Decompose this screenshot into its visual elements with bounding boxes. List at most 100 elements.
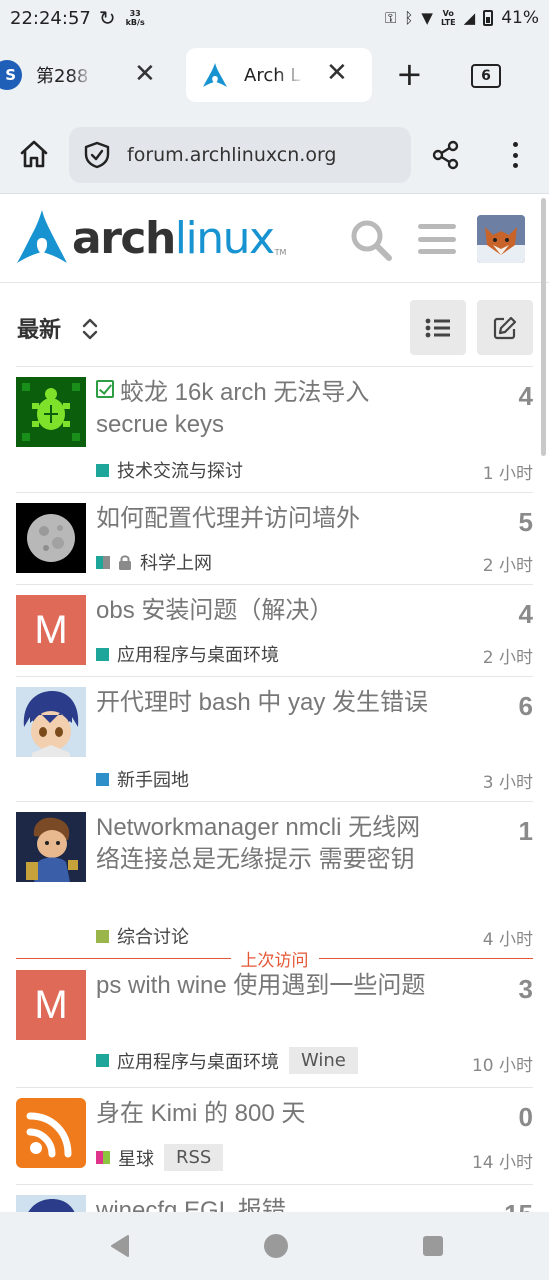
topic-row[interactable]: 身在 Kimi 的 800 天 0 星球 RSS 14 小时 <box>16 1087 533 1184</box>
status-bar: 22:24:57 ↻ 33 kB/s ⚿ ᛒ ▼ Vo LTE ◢ 41% <box>0 0 549 36</box>
category-color-badge <box>96 1054 109 1067</box>
topic-age[interactable]: 14 小时 <box>472 1148 533 1173</box>
topic-avatar[interactable]: M <box>16 970 86 1040</box>
edit-icon <box>493 316 517 339</box>
sort-dropdown[interactable]: 最新 <box>17 312 61 344</box>
back-icon[interactable] <box>108 1234 132 1258</box>
topic-row[interactable]: Networkmanager nmcli 无线网络连接总是无缘提示 需要密钥 1… <box>16 801 533 958</box>
new-topic-button[interactable] <box>477 300 533 355</box>
arch-logo-icon <box>17 210 67 263</box>
topic-category[interactable]: 综合讨论 <box>96 923 189 949</box>
reply-count[interactable]: 15 <box>504 1199 533 1212</box>
topic-avatar[interactable] <box>16 1195 86 1212</box>
sort-chevron-icon[interactable] <box>80 316 100 342</box>
topic-tag[interactable]: Wine <box>289 1047 358 1074</box>
topic-age[interactable]: 2 小时 <box>483 551 533 576</box>
category-name: 科学上网 <box>140 553 212 574</box>
tab-strip: S 第288 ✕ Arch L ✕ + 6 <box>0 36 549 116</box>
arch-logo-icon <box>203 63 227 87</box>
key-icon: ⚿ <box>384 9 397 27</box>
system-nav-bar <box>0 1212 549 1280</box>
site-header: arch linux TM <box>0 195 549 283</box>
recent-apps-icon[interactable] <box>423 1236 443 1256</box>
category-color-badge <box>96 555 103 569</box>
topic-row[interactable]: 如何配置代理并访问墙外 5 科学上网 2 小时 <box>16 492 533 584</box>
topic-title[interactable]: ps with wine 使用遇到一些问题 <box>96 970 436 1002</box>
topic-category[interactable]: 科学上网 <box>96 549 212 575</box>
volte-bottom: LTE <box>440 18 456 27</box>
user-avatar[interactable] <box>477 215 525 263</box>
close-icon[interactable]: ✕ <box>326 59 348 87</box>
topic-age[interactable]: 1 小时 <box>483 459 533 484</box>
topic-title[interactable]: 身在 Kimi 的 800 天 <box>96 1098 436 1130</box>
topic-category[interactable]: 星球 RSS <box>96 1144 224 1171</box>
topic-category[interactable]: 应用程序与桌面环境 Wine <box>96 1047 358 1074</box>
topic-age[interactable]: 2 小时 <box>483 643 533 668</box>
search-icon[interactable] <box>350 219 392 261</box>
reply-count[interactable]: 3 <box>519 974 533 1005</box>
topic-title[interactable]: 蛟龙 16k arch 无法导入 secrue keys <box>96 377 436 441</box>
share-icon[interactable] <box>431 140 461 170</box>
tab-count-button[interactable]: 6 <box>471 64 501 88</box>
home-icon[interactable] <box>18 138 50 170</box>
topic-row[interactable]: 蛟龙 16k arch 无法导入 secrue keys 4 技术交流与探讨 1… <box>16 366 533 492</box>
shield-check-icon <box>84 141 110 169</box>
topic-title[interactable]: 如何配置代理并访问墙外 <box>96 503 436 535</box>
topic-title-text: 蛟龙 16k arch 无法导入 secrue keys <box>96 379 370 438</box>
topic-age[interactable]: 10 小时 <box>472 1051 533 1076</box>
site-logo[interactable]: arch linux TM <box>16 209 286 265</box>
topic-age[interactable]: 3 小时 <box>483 768 533 793</box>
category-color-badge <box>96 647 109 661</box>
hamburger-menu-icon[interactable] <box>418 224 456 254</box>
signal-icon: ◢ <box>463 9 476 27</box>
new-tab-icon[interactable]: + <box>396 56 423 92</box>
topic-avatar[interactable] <box>16 687 86 757</box>
reply-count[interactable]: 6 <box>519 691 533 722</box>
reply-count[interactable]: 1 <box>519 816 533 847</box>
reply-count[interactable]: 4 <box>519 381 533 412</box>
topic-category[interactable]: 应用程序与桌面环境 <box>96 641 279 667</box>
url-text: forum.archlinuxcn.org <box>127 144 337 166</box>
topic-category[interactable]: 技术交流与探讨 <box>96 457 243 483</box>
topic-title[interactable]: winecfg EGL 报错 <box>96 1195 436 1212</box>
topic-row[interactable]: M ps with wine 使用遇到一些问题 3 应用程序与桌面环境 Wine… <box>16 960 533 1087</box>
topic-row[interactable]: 开代理时 bash 中 yay 发生错误 6 新手园地 3 小时 <box>16 676 533 801</box>
category-name: 技术交流与探讨 <box>117 461 243 482</box>
network-speed: 33 kB/s <box>126 9 145 27</box>
home-nav-icon[interactable] <box>264 1234 288 1258</box>
topic-avatar[interactable]: M <box>16 595 86 665</box>
tab-inactive[interactable]: S 第288 ✕ <box>0 50 180 100</box>
overflow-menu-icon[interactable] <box>503 136 527 174</box>
lock-icon <box>119 555 131 570</box>
topic-avatar[interactable] <box>16 1098 86 1168</box>
topic-age[interactable]: 4 小时 <box>483 925 533 950</box>
list-icon <box>425 318 450 337</box>
topic-row[interactable]: M obs 安装问题（解决） 4 应用程序与桌面环境 2 小时 <box>16 584 533 676</box>
topic-avatar[interactable] <box>16 377 86 447</box>
tab-active[interactable]: Arch L ✕ <box>186 48 372 102</box>
topic-tag[interactable]: RSS <box>164 1144 224 1171</box>
category-color-badge <box>103 1151 110 1164</box>
category-name: 应用程序与桌面环境 <box>117 1051 279 1073</box>
network-speed-value: 33 <box>129 9 141 18</box>
reply-count[interactable]: 4 <box>519 599 533 630</box>
logo-text-linux: linux <box>174 213 275 264</box>
category-color-badge <box>96 772 109 786</box>
reply-count[interactable]: 5 <box>519 507 533 538</box>
address-bar: forum.archlinuxcn.org <box>0 116 549 194</box>
volte-icon: Vo LTE <box>441 9 456 27</box>
topic-avatar[interactable] <box>16 503 86 573</box>
close-icon[interactable]: ✕ <box>134 60 156 88</box>
topic-avatar[interactable] <box>16 812 86 882</box>
category-name: 综合讨论 <box>117 927 189 948</box>
topic-title[interactable]: Networkmanager nmcli 无线网络连接总是无缘提示 需要密钥 <box>96 812 436 876</box>
reply-count[interactable]: 0 <box>519 1102 533 1133</box>
topic-title[interactable]: 开代理时 bash 中 yay 发生错误 <box>96 687 436 719</box>
topic-title[interactable]: obs 安装问题（解决） <box>96 595 436 627</box>
volte-top: Vo <box>442 9 454 18</box>
topic-row[interactable]: winecfg EGL 报错 15 <box>16 1184 533 1212</box>
topic-category[interactable]: 新手园地 <box>96 766 189 792</box>
bluetooth-icon: ᛒ <box>404 9 414 27</box>
url-field[interactable]: forum.archlinuxcn.org <box>69 127 411 183</box>
toggle-view-button[interactable] <box>410 300 466 355</box>
